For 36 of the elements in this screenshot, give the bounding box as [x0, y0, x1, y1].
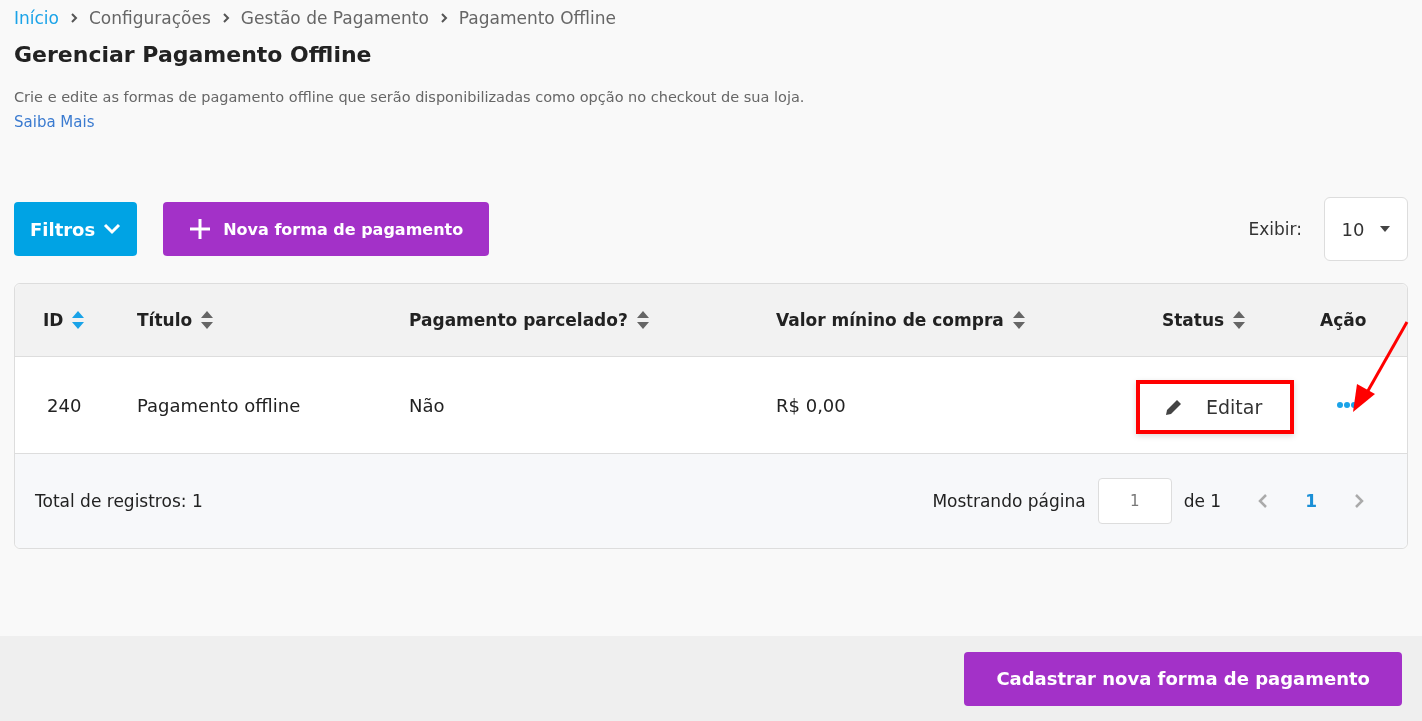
sort-icon[interactable]: [1011, 310, 1026, 330]
page-size-select[interactable]: 10: [1324, 197, 1408, 261]
chevron-right-icon: [220, 13, 231, 23]
show-label: Exibir:: [1248, 219, 1302, 239]
table-cell-text: R$ 0,00: [776, 394, 847, 416]
breadcrumb-item: Gestão de Pagamento: [240, 8, 429, 28]
breadcrumb-item: Configurações: [89, 8, 211, 28]
breadcrumb-item: Pagamento Offline: [458, 8, 616, 28]
new-payment-button[interactable]: Nova forma de pagamento: [163, 202, 490, 256]
column-header: Ação: [1320, 310, 1367, 330]
column-header[interactable]: Pagamento parcelado?: [409, 310, 628, 330]
edit-menu-item[interactable]: Editar: [1136, 380, 1294, 434]
page-description: Crie e edite as formas de pagamento offline que serão disponibilizadas como opção no checkout de sua loja.: [14, 89, 806, 105]
table-cell-text: 240: [46, 394, 83, 416]
sort-icon[interactable]: [200, 310, 215, 330]
column-header[interactable]: Título: [137, 310, 193, 330]
page-count: de 1: [1183, 491, 1222, 511]
chevron-right-icon: [438, 13, 449, 23]
chevron-right-icon: [69, 13, 79, 23]
column-header[interactable]: Valor mínino de compra: [776, 310, 1004, 330]
column-header[interactable]: Status: [1162, 310, 1225, 330]
sort-icon[interactable]: [1232, 310, 1247, 330]
page-number-field[interactable]: 1: [1097, 478, 1172, 524]
showing-page-label: Mostrando página: [932, 491, 1086, 511]
learn-more-link[interactable]: Saiba Mais: [14, 113, 95, 131]
column-header[interactable]: ID: [43, 310, 64, 330]
page-title: Gerenciar Pagamento Offline: [14, 42, 373, 67]
sort-icon[interactable]: [635, 310, 650, 330]
register-payment-button[interactable]: Cadastrar nova forma de pagamento: [964, 651, 1402, 706]
caret-icon: [1380, 226, 1391, 232]
chevron-down-icon: [103, 223, 122, 235]
table-cell-text: Não: [409, 394, 446, 416]
total-records: Total de registros: 1: [35, 491, 203, 511]
table-cell-text: Pagamento offline: [137, 394, 302, 416]
pencil-icon: [1164, 397, 1184, 417]
plus-icon: [189, 218, 212, 240]
